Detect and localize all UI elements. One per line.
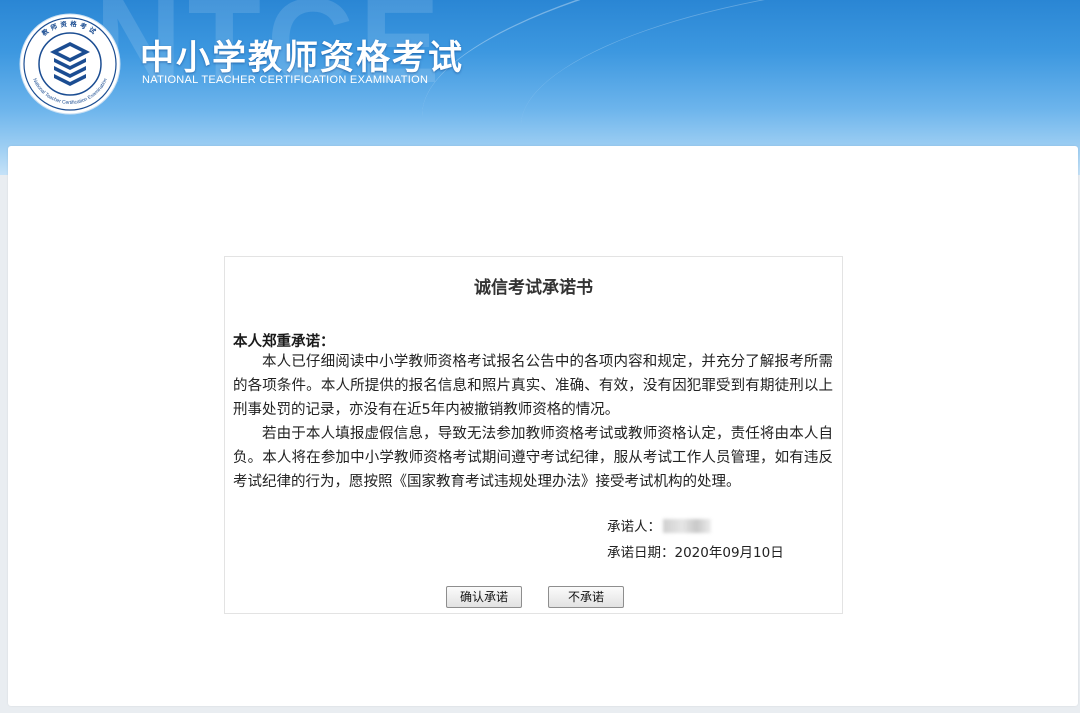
site-title: 中小学教师资格考试 xyxy=(140,38,464,78)
pledge-date-value: 2020年09月10日 xyxy=(674,545,784,561)
confirm-pledge-button[interactable]: 确认承诺 xyxy=(446,586,522,608)
pledge-title: 诚信考试承诺书 xyxy=(474,278,593,298)
pledge-date-row: 承诺日期：2020年09月10日 xyxy=(607,541,784,561)
pledge-paragraph-2: 若由于本人填报虚假信息，导致无法参加教师资格考试或教师资格认定，责任将由本人自负… xyxy=(233,426,833,490)
signer-label: 承诺人： xyxy=(607,519,661,535)
decline-pledge-button[interactable]: 不承诺 xyxy=(548,586,624,608)
site-subtitle: NATIONAL TEACHER CERTIFICATION EXAMINATI… xyxy=(142,74,429,86)
signer-name-redacted xyxy=(663,519,711,533)
pledge-lead: 本人郑重承诺： xyxy=(233,333,335,350)
integrity-pledge-panel: 诚信考试承诺书 本人郑重承诺： 本人已仔细阅读中小学教师资格考试报名公告中的各项… xyxy=(224,256,843,614)
pledge-paragraph-1: 本人已仔细阅读中小学教师资格考试报名公告中的各项内容和规定，并充分了解报考所需的… xyxy=(233,354,833,418)
signer-row: 承诺人： xyxy=(607,515,711,535)
pledge-date-label: 承诺日期： xyxy=(607,545,675,561)
ntce-logo-icon: 教师资格考试 National Teacher Certification Ex… xyxy=(19,13,121,115)
